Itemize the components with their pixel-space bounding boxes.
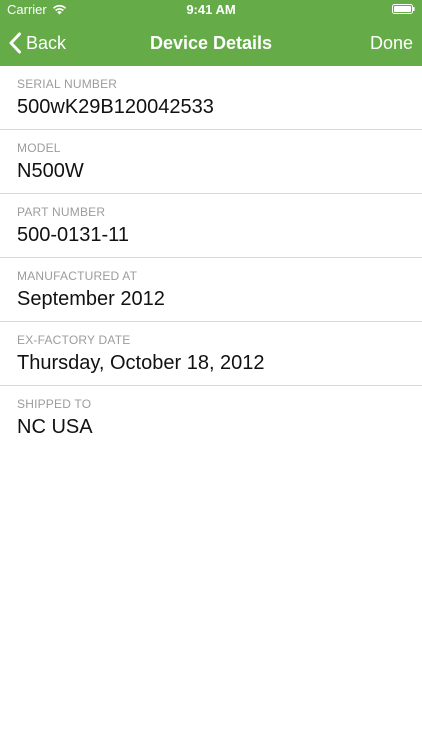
serial-number-value: 500wK29B120042533 — [17, 96, 214, 118]
shipped-to-label: SHIPPED TO — [17, 397, 92, 411]
device-details-list: SERIAL NUMBER 500wK29B120042533 MODEL N5… — [0, 66, 422, 449]
part-number-value: 500-0131-11 — [17, 224, 129, 246]
field-row-part-number: PART NUMBER 500-0131-11 — [0, 194, 422, 258]
model-value: N500W — [17, 160, 84, 182]
field-row-serial-number: SERIAL NUMBER 500wK29B120042533 — [0, 66, 422, 130]
navigation-bar: Back Device Details Done — [0, 20, 422, 66]
device-details-screen: Carrier 9:41 AM Back Device Details Done… — [0, 0, 422, 750]
status-time: 9:41 AM — [186, 2, 236, 17]
field-row-shipped-to: SHIPPED TO NC USA — [0, 386, 422, 449]
top-bar: Carrier 9:41 AM Back Device Details Done — [0, 0, 422, 66]
ex-factory-date-label: EX-FACTORY DATE — [17, 333, 131, 347]
battery-icon — [392, 4, 415, 14]
manufactured-at-value: September 2012 — [17, 288, 165, 310]
manufactured-at-label: MANUFACTURED AT — [17, 269, 138, 283]
page-title: Device Details — [149, 33, 273, 53]
part-number-label: PART NUMBER — [17, 205, 106, 219]
model-label: MODEL — [17, 141, 61, 155]
serial-number-label: SERIAL NUMBER — [17, 77, 118, 91]
shipped-to-value: NC USA — [17, 416, 93, 438]
field-row-manufactured-at: MANUFACTURED AT September 2012 — [0, 258, 422, 322]
status-bar: Carrier 9:41 AM — [0, 0, 422, 20]
done-button[interactable]: Done — [370, 20, 413, 66]
field-row-ex-factory-date: EX-FACTORY DATE Thursday, October 18, 20… — [0, 322, 422, 386]
ex-factory-date-value: Thursday, October 18, 2012 — [17, 352, 265, 374]
field-row-model: MODEL N500W — [0, 130, 422, 194]
